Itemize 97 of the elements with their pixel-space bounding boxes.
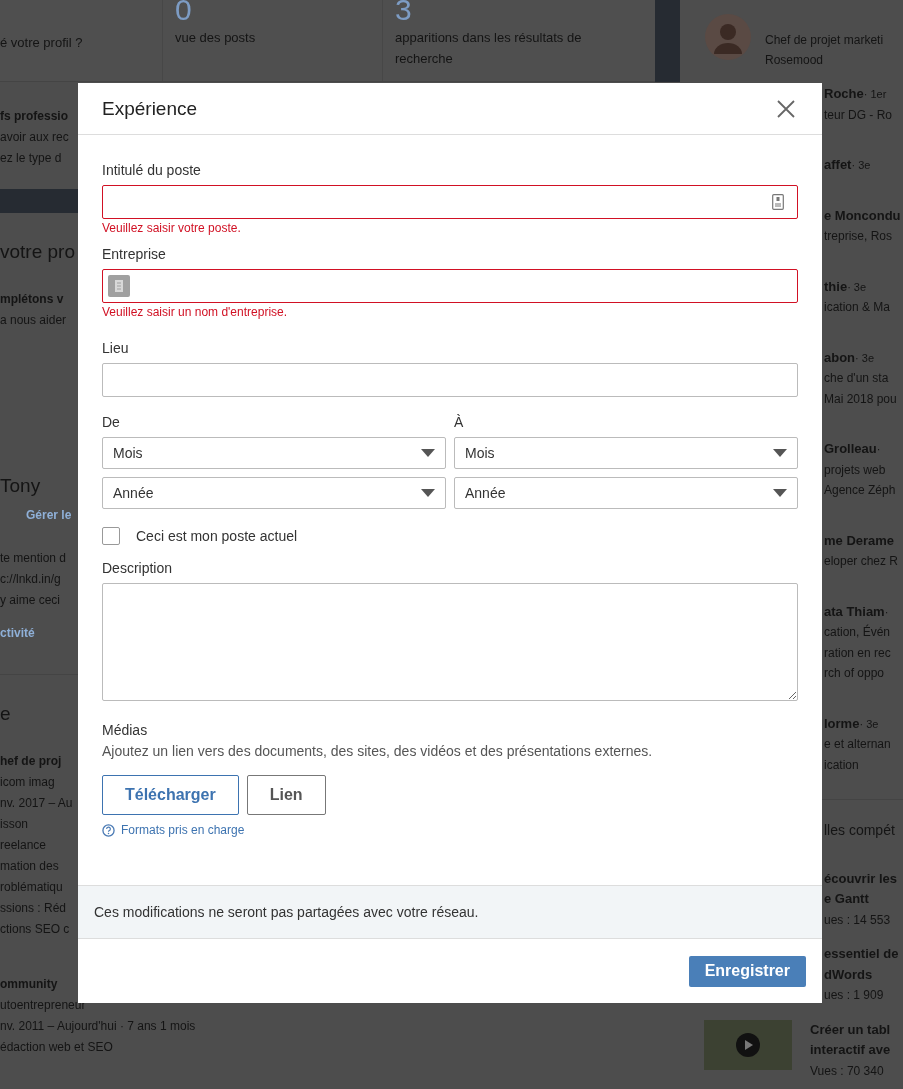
person-headline: teur DG - Ro	[824, 106, 892, 124]
field-label: Intitulé du poste	[102, 161, 201, 179]
background-heading: mplétons v	[0, 291, 64, 308]
field-label: À	[454, 413, 464, 431]
person-headline: rch of oppo	[824, 665, 885, 682]
background-text: isson	[0, 816, 28, 833]
background-text: ctions SEO c	[0, 921, 70, 938]
person-headline: Chef de projet marketi	[765, 32, 884, 49]
person-name[interactable]: affet· 3e	[824, 155, 871, 176]
course-title[interactable]: essentiel de	[824, 944, 899, 965]
person-headline: Agence Zéph	[824, 482, 896, 499]
course-title[interactable]: interactif ave	[810, 1040, 891, 1061]
background-text: roblématiqu	[0, 879, 63, 896]
view-count: ues : 1 909	[824, 987, 884, 1004]
person-headline: e et alternan	[824, 736, 891, 753]
course-title[interactable]: Créer un tabl	[810, 1019, 891, 1040]
building-icon	[108, 275, 130, 297]
background-text: te mention d	[0, 550, 67, 567]
error-message: Veuillez saisir votre poste.	[102, 221, 241, 235]
person-headline: eloper chez R	[824, 553, 899, 570]
background-text: avoir aux rec	[0, 129, 69, 146]
person-name[interactable]: Grolleau·	[824, 439, 881, 460]
person-headline: treprise, Ros	[824, 228, 893, 245]
error-message: Veuillez saisir un nom d'entreprise.	[102, 305, 288, 319]
text-field[interactable]	[102, 269, 798, 303]
field-label: Entreprise	[102, 245, 166, 263]
person-name[interactable]: abon· 3e	[824, 347, 875, 368]
upload-button[interactable]: Télécharger	[102, 775, 239, 815]
course-title[interactable]: dWords	[824, 964, 873, 985]
person-headline: projets web	[824, 461, 886, 479]
person-headline: cation, Évén	[824, 623, 891, 641]
person-name[interactable]: me Derame	[824, 530, 895, 551]
caret-icon	[421, 449, 435, 457]
person-headline: ication & Ma	[824, 299, 891, 316]
close-button[interactable]	[776, 98, 796, 119]
section-title: e	[0, 702, 11, 726]
person-name[interactable]: Roche· 1er	[824, 84, 887, 105]
background-text: ssions : Réd	[0, 900, 67, 917]
caret-icon	[421, 489, 435, 497]
save-button[interactable]: Enregistrer	[688, 955, 806, 987]
background-text: icom imag	[0, 774, 55, 791]
course-title[interactable]: écouvrir les	[824, 868, 897, 889]
manage-link[interactable]: Gérer le	[26, 505, 72, 526]
checkbox[interactable]	[102, 527, 120, 545]
course-title[interactable]: e Gantt	[824, 889, 869, 910]
formats-link[interactable]: Formats pris en charge	[121, 823, 245, 837]
background-text: édaction web et SEO	[0, 1039, 113, 1056]
view-count: ues : 14 553	[824, 911, 891, 929]
id-badge-icon	[772, 194, 784, 210]
field-label: Lieu	[102, 339, 129, 357]
caret-icon	[773, 449, 787, 457]
description-field[interactable]	[102, 583, 798, 701]
text-field[interactable]	[102, 185, 798, 219]
avatar-icon	[705, 14, 751, 60]
person-headline: che d'un sta	[824, 370, 889, 387]
link-button[interactable]: Lien	[246, 775, 326, 815]
notice-text: Ces modifications ne seront pas partagées avec votre réseau.	[94, 904, 479, 920]
activity-link[interactable]: ctivité	[0, 623, 35, 644]
month-select[interactable]: Mois	[454, 437, 798, 469]
month-select[interactable]: Mois	[102, 437, 446, 469]
background-text: nv. 2017 – Au	[0, 795, 73, 812]
field-label: Description	[102, 559, 173, 577]
media-hint: Ajoutez un lien vers des documents, des sites, des vidéos et des présentations externes.	[102, 743, 653, 759]
play-icon	[736, 1032, 760, 1057]
background-text: mation des	[0, 858, 59, 875]
stat-label: é votre profil ?	[0, 34, 83, 52]
background-heading: fs professio	[0, 108, 68, 125]
field-label: De	[102, 413, 120, 431]
view-count: Vues : 70 340	[810, 1062, 884, 1080]
background-text: utoentrepreneur	[0, 997, 86, 1014]
year-select[interactable]: Année	[102, 477, 446, 509]
section-title: votre pro	[0, 240, 75, 264]
section-title: lles compét	[824, 821, 895, 840]
help-icon	[102, 823, 115, 837]
stat-label: apparitions dans les résultats de recherche	[395, 29, 583, 68]
background-heading: hef de proj	[0, 753, 62, 770]
video-thumbnail[interactable]	[704, 1019, 792, 1070]
background-text: a nous aider	[0, 312, 67, 329]
person-name[interactable]: e Moncondu	[824, 205, 901, 226]
checkbox-label: Ceci est mon poste actuel	[136, 528, 298, 544]
year-select[interactable]: Année	[454, 477, 798, 509]
caret-icon	[773, 489, 787, 497]
background-text: c://lnkd.in/g	[0, 571, 61, 588]
person-name[interactable]: lorme· 3e	[824, 713, 879, 734]
person-headline: ration en rec	[824, 644, 891, 662]
person-headline: Rosemood	[765, 52, 824, 69]
background-heading: ommunity	[0, 976, 58, 993]
person-name[interactable]: ata Thiam·	[824, 601, 889, 622]
text-field[interactable]	[102, 363, 798, 397]
person-name[interactable]: thie· 3e	[824, 276, 867, 297]
background-text: nv. 2011 – Aujourd'hui · 7 ans 1 mois	[0, 1018, 196, 1035]
field-label: Médias	[102, 721, 148, 739]
stat-label: vue des posts	[175, 29, 256, 47]
section-title: Tony	[0, 474, 41, 498]
person-headline: ication	[824, 756, 859, 774]
dialog-title: Expérience	[102, 97, 198, 120]
background-text: reelance	[0, 837, 47, 854]
